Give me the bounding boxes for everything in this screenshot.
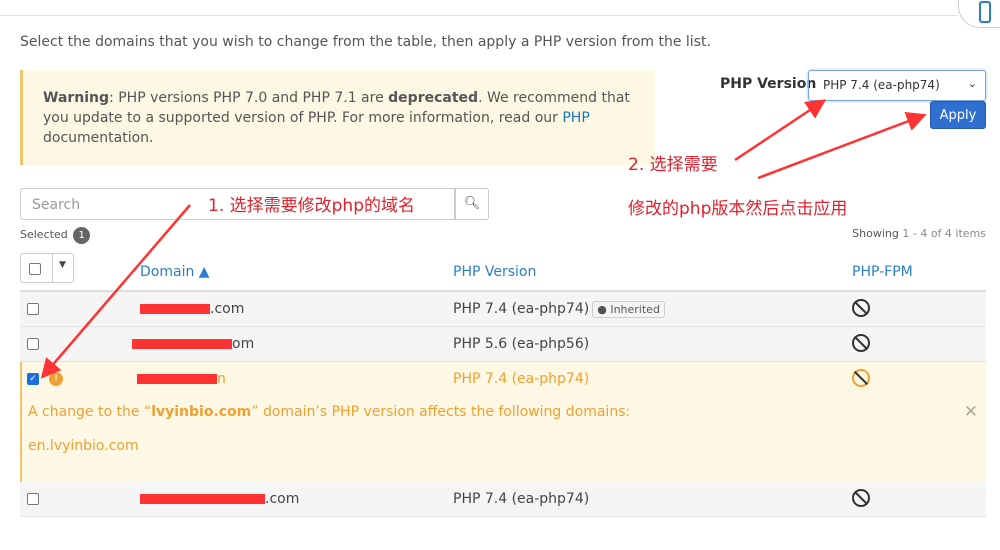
- arrow-to-checkbox: [40, 204, 191, 379]
- arrow-to-apply: [757, 111, 927, 180]
- arrow-to-select: [734, 99, 827, 162]
- annotation-arrows: [40, 99, 927, 379]
